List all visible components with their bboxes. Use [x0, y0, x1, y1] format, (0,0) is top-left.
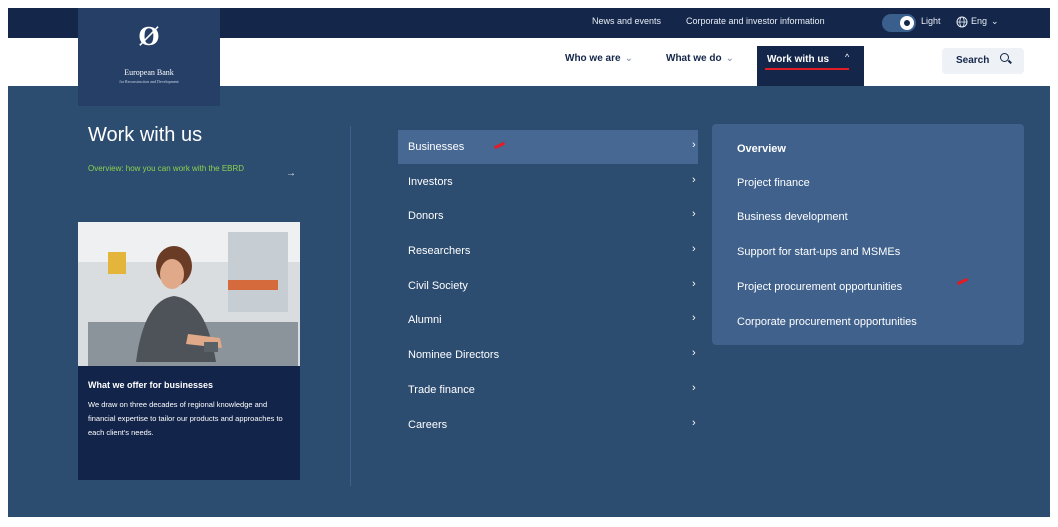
- nav-work-with-us[interactable]: Work with us ^: [757, 46, 864, 86]
- chevron-right-icon: ›: [692, 139, 696, 151]
- column-divider: [350, 126, 351, 486]
- arrow-right-icon: →: [286, 168, 296, 179]
- menu-item-trade-finance[interactable]: Trade finance ›: [398, 373, 698, 407]
- submenu-item-corporate-procurement[interactable]: Corporate procurement opportunities: [737, 316, 917, 328]
- businesses-submenu: Overview Project finance Business develo…: [712, 124, 1024, 345]
- logo-mark: Ø: [138, 22, 160, 51]
- chevron-right-icon: ›: [692, 417, 696, 429]
- sun-icon: [900, 16, 914, 30]
- menu-item-label: Alumni: [408, 314, 442, 326]
- submenu-item-overview[interactable]: Overview: [737, 143, 786, 155]
- mega-menu-screen: News and events Corporate and investor i…: [8, 8, 1050, 517]
- chevron-right-icon: ›: [692, 174, 696, 186]
- chevron-right-icon: ›: [692, 278, 696, 290]
- chevron-right-icon: ›: [692, 208, 696, 220]
- menu-item-label: Trade finance: [408, 384, 475, 396]
- submenu-item-business-development[interactable]: Business development: [737, 211, 848, 223]
- menu-item-donors[interactable]: Donors ›: [398, 199, 698, 233]
- chevron-up-icon: ^: [845, 52, 850, 62]
- chevron-right-icon: ›: [692, 382, 696, 394]
- promo-card[interactable]: What we offer for businesses We draw on …: [78, 222, 300, 480]
- overview-link[interactable]: Overview: how you can work with the EBRD: [88, 162, 278, 175]
- chevron-down-icon: ⌄: [725, 53, 734, 64]
- menu-item-label: Civil Society: [408, 280, 468, 292]
- nav-work-with-us-label: Work with us: [767, 54, 830, 65]
- theme-label: Light: [921, 16, 941, 26]
- nav-what-we-do[interactable]: What we do ⌄: [666, 53, 734, 64]
- menu-item-alumni[interactable]: Alumni ›: [398, 303, 698, 337]
- search-icon: [1000, 53, 1009, 62]
- menu-item-label: Researchers: [408, 245, 471, 257]
- language-selector[interactable]: Eng: [971, 16, 987, 26]
- menu-item-careers[interactable]: Careers ›: [398, 408, 698, 442]
- ebrd-logo[interactable]: Ø European Bank for Reconstruction and D…: [78, 8, 220, 106]
- nav-what-we-do-label: What we do: [666, 53, 722, 64]
- submenu-item-start-ups-msmes[interactable]: Support for start-ups and MSMEs: [737, 246, 900, 258]
- menu-item-researchers[interactable]: Researchers ›: [398, 234, 698, 268]
- promo-title: What we offer for businesses: [88, 380, 214, 390]
- chevron-down-icon: ⌄: [624, 53, 633, 64]
- news-and-events-link[interactable]: News and events: [592, 16, 661, 26]
- submenu-item-project-finance[interactable]: Project finance: [737, 177, 810, 189]
- menu-item-investors[interactable]: Investors ›: [398, 165, 698, 199]
- menu-item-label: Businesses: [408, 141, 465, 153]
- logo-subtitle: for Reconstruction and Development: [119, 79, 179, 84]
- nav-who-we-are-label: Who we are: [565, 53, 621, 64]
- menu-item-label: Investors: [408, 176, 453, 188]
- search-button[interactable]: Search: [942, 48, 1024, 74]
- menu-item-label: Donors: [408, 210, 444, 222]
- logo-name: European Bank: [124, 68, 174, 77]
- chevron-right-icon: ›: [692, 347, 696, 359]
- theme-toggle[interactable]: [882, 14, 916, 32]
- globe-icon: [956, 16, 968, 28]
- submenu-item-project-procurement[interactable]: Project procurement opportunities: [737, 281, 902, 293]
- menu-item-civil-society[interactable]: Civil Society ›: [398, 269, 698, 303]
- chevron-right-icon: ›: [692, 243, 696, 255]
- menu-item-label: Nominee Directors: [408, 349, 500, 361]
- chevron-right-icon: ›: [692, 312, 696, 324]
- menu-item-businesses[interactable]: Businesses ›: [398, 130, 698, 164]
- active-underline: [765, 68, 849, 70]
- menu-item-nominee-directors[interactable]: Nominee Directors ›: [398, 338, 698, 372]
- search-label: Search: [956, 55, 990, 66]
- corporate-investor-link[interactable]: Corporate and investor information: [686, 16, 825, 26]
- nav-who-we-are[interactable]: Who we are ⌄: [565, 53, 633, 64]
- chevron-down-icon: ⌄: [991, 16, 999, 26]
- section-title: Work with us: [88, 124, 203, 146]
- promo-photo: [78, 222, 300, 366]
- promo-description: We draw on three decades of regional kno…: [88, 400, 283, 437]
- menu-item-label: Careers: [408, 419, 448, 431]
